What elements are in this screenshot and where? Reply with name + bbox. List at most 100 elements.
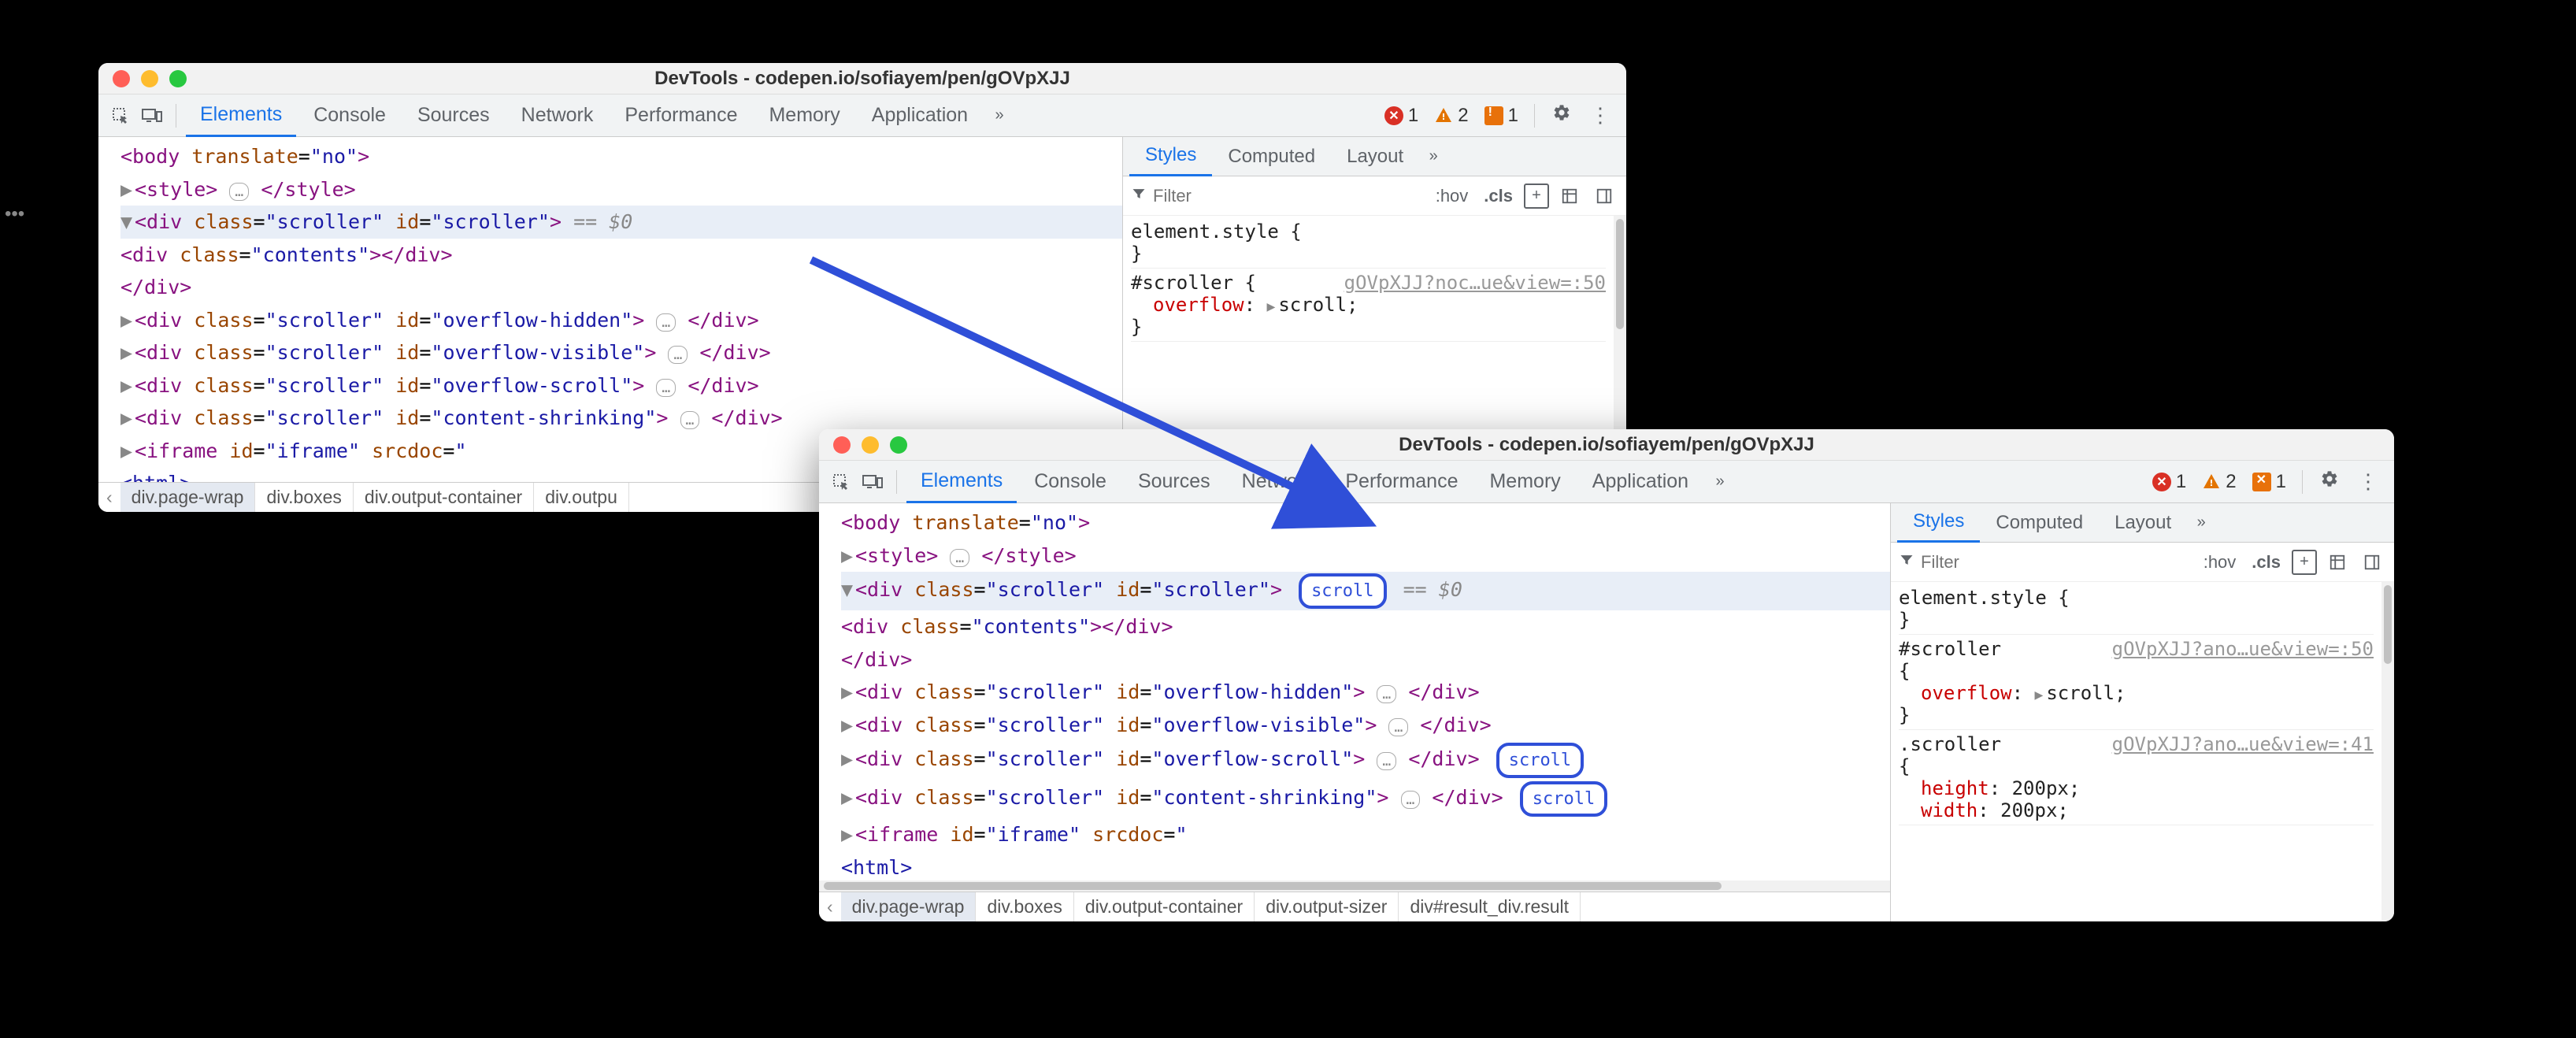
rule-selector[interactable]: #scroller <box>1899 638 2001 660</box>
warning-count[interactable]: 2 <box>2202 471 2236 493</box>
dom-node-ovscroll[interactable]: ▶<div class="scroller" id="overflow-scro… <box>120 369 1122 402</box>
crumb-item[interactable]: div.boxes <box>255 483 353 513</box>
crumb-item[interactable]: div.boxes <box>976 892 1073 922</box>
dom-node-ovhidden[interactable]: ▶<div class="scroller" id="overflow-hidd… <box>841 676 1890 709</box>
dom-node-ovvisible[interactable]: ▶<div class="scroller" id="overflow-visi… <box>120 336 1122 369</box>
maximize-icon[interactable] <box>890 436 907 454</box>
rule-selector[interactable]: #scroller { <box>1131 272 1256 294</box>
settings-icon[interactable] <box>1544 103 1579 128</box>
dom-node-close[interactable]: </div> <box>120 271 1122 304</box>
more-subtabs-icon[interactable]: » <box>2187 509 2215 537</box>
crumb-item[interactable]: div.outpu <box>534 483 629 513</box>
flag-count[interactable]: ✕1 <box>2252 471 2286 493</box>
dom-node-style[interactable]: ▶<style> … </style> <box>841 539 1890 573</box>
kebab-icon[interactable]: ⋮ <box>2350 469 2386 494</box>
crumb-left-icon[interactable]: ‹ <box>98 487 120 508</box>
css-property[interactable]: height: 200px; <box>1899 777 2374 799</box>
tab-performance[interactable]: Performance <box>610 95 751 137</box>
dom-node-contents[interactable]: <div class="contents"></div> <box>841 610 1890 643</box>
device-icon[interactable] <box>858 468 887 496</box>
error-count[interactable]: ✕1 <box>1384 105 1418 127</box>
close-icon[interactable] <box>833 436 851 454</box>
tab-memory[interactable]: Memory <box>1475 461 1574 503</box>
cls-toggle[interactable]: .cls <box>2247 552 2285 573</box>
crumb-item[interactable]: div.output-container <box>1074 892 1255 922</box>
dom-node-html[interactable]: <html> <box>841 851 1890 881</box>
dom-node-body-fragment[interactable]: <body translate="no"> <box>841 506 1890 539</box>
toggle-panel-icon[interactable] <box>2358 548 2386 576</box>
tab-console[interactable]: Console <box>299 95 400 137</box>
inspect-icon[interactable] <box>106 102 135 130</box>
more-tabs-icon[interactable]: » <box>985 102 1014 130</box>
filter-input[interactable] <box>1921 552 2192 573</box>
more-tabs-icon[interactable]: » <box>1706 468 1734 496</box>
dom-node-scroller-selected[interactable]: ▼<div class="scroller" id="scroller"> ==… <box>120 206 1122 239</box>
dom-node-contents[interactable]: <div class="contents"></div> <box>120 239 1122 272</box>
tab-application[interactable]: Application <box>1578 461 1703 503</box>
filter-input[interactable] <box>1153 186 1425 206</box>
cls-toggle[interactable]: .cls <box>1479 186 1518 206</box>
dom-node-style[interactable]: ▶<style> … </style> <box>120 173 1122 206</box>
crumb-item[interactable]: div.output-sizer <box>1255 892 1399 922</box>
crumb-item[interactable]: div.page-wrap <box>120 483 256 513</box>
inspect-icon[interactable] <box>827 468 855 496</box>
dom-node-ovhidden[interactable]: ▶<div class="scroller" id="overflow-hidd… <box>120 304 1122 337</box>
horizontal-scrollbar[interactable] <box>819 880 1890 892</box>
dom-node-scroller-selected[interactable]: ▼<div class="scroller" id="scroller"> sc… <box>841 572 1890 610</box>
scroll-badge[interactable]: scroll <box>1299 573 1386 609</box>
rule-source[interactable]: gOVpXJJ?ano…ue&view=:41 <box>2112 733 2374 755</box>
crumb-left-icon[interactable]: ‹ <box>819 896 841 918</box>
scroll-badge[interactable]: scroll <box>1520 781 1607 817</box>
scroll-badge[interactable]: scroll <box>1496 743 1584 778</box>
tab-memory[interactable]: Memory <box>754 95 854 137</box>
styles-rules[interactable]: element.style { } #scrollergOVpXJJ?ano…u… <box>1891 582 2381 921</box>
tab-computed[interactable]: Computed <box>1212 137 1331 176</box>
filter-icon[interactable] <box>1131 186 1147 206</box>
kebab-icon[interactable]: ⋮ <box>1582 103 1618 128</box>
tab-styles[interactable]: Styles <box>1129 137 1212 176</box>
tab-elements[interactable]: Elements <box>906 461 1017 503</box>
minimize-icon[interactable] <box>141 70 158 87</box>
tab-layout[interactable]: Layout <box>1331 137 1419 176</box>
tab-console[interactable]: Console <box>1020 461 1121 503</box>
new-rule-icon[interactable]: + <box>1524 184 1549 209</box>
close-icon[interactable] <box>113 70 130 87</box>
tab-computed[interactable]: Computed <box>1980 503 2099 543</box>
settings-icon[interactable] <box>2312 469 2347 494</box>
tab-network[interactable]: Network <box>1228 461 1329 503</box>
warning-count[interactable]: 2 <box>1434 105 1468 127</box>
computed-icon[interactable] <box>2323 548 2352 576</box>
dom-tree[interactable]: <body translate="no"> ▶<style> … </style… <box>819 503 1890 880</box>
tab-sources[interactable]: Sources <box>1124 461 1225 503</box>
css-property[interactable]: overflow: ▶scroll; <box>1131 294 1606 316</box>
tab-network[interactable]: Network <box>507 95 608 137</box>
tab-layout[interactable]: Layout <box>2099 503 2187 543</box>
crumb-item[interactable]: div.page-wrap <box>841 892 977 922</box>
rule-source[interactable]: gOVpXJJ?noc…ue&view=:50 <box>1344 272 1606 294</box>
more-subtabs-icon[interactable]: » <box>1419 143 1447 171</box>
toggle-panel-icon[interactable] <box>1590 182 1618 210</box>
dom-node-close[interactable]: </div> <box>841 643 1890 677</box>
tab-application[interactable]: Application <box>858 95 982 137</box>
crumb-item[interactable]: div#result_div.result <box>1399 892 1581 922</box>
device-icon[interactable] <box>138 102 166 130</box>
error-count[interactable]: ✕1 <box>2152 471 2186 493</box>
hov-toggle[interactable]: :hov <box>2199 552 2241 573</box>
css-property[interactable]: overflow: ▶scroll; <box>1899 682 2374 704</box>
rule-selector[interactable]: .scroller <box>1899 733 2001 755</box>
css-property[interactable]: width: 200px; <box>1899 799 2374 821</box>
computed-icon[interactable] <box>1555 182 1584 210</box>
tab-elements[interactable]: Elements <box>186 95 296 137</box>
minimize-icon[interactable] <box>862 436 879 454</box>
dom-node-iframe[interactable]: ▶<iframe id="iframe" srcdoc=" <box>841 818 1890 851</box>
dom-node-contentshrink[interactable]: ▶<div class="scroller" id="content-shrin… <box>841 780 1890 818</box>
tab-performance[interactable]: Performance <box>1331 461 1472 503</box>
dom-node-body-fragment[interactable]: <body translate="no"> <box>120 140 1122 173</box>
tab-styles[interactable]: Styles <box>1897 503 1980 543</box>
maximize-icon[interactable] <box>169 70 187 87</box>
crumb-item[interactable]: div.output-container <box>354 483 534 513</box>
tab-sources[interactable]: Sources <box>403 95 504 137</box>
filter-icon[interactable] <box>1899 552 1914 573</box>
rule-source[interactable]: gOVpXJJ?ano…ue&view=:50 <box>2112 638 2374 660</box>
flag-count[interactable]: !1 <box>1484 105 1518 127</box>
